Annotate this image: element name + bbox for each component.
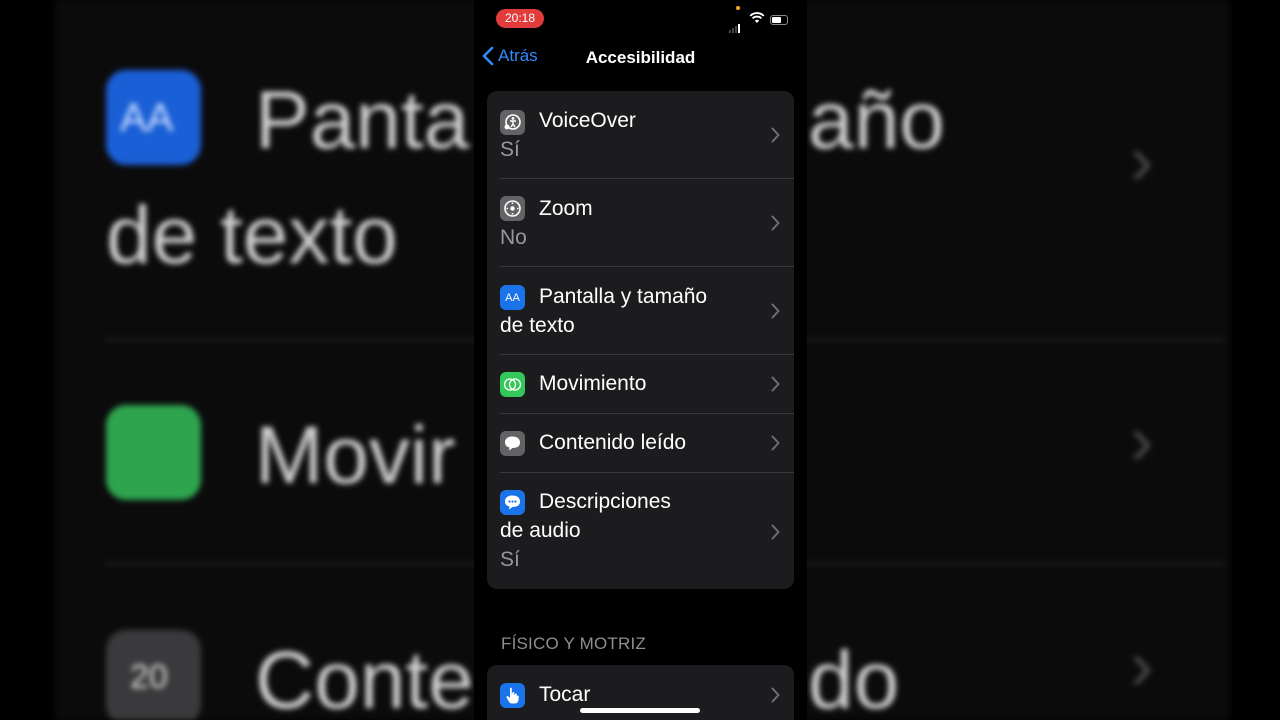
- vision-settings-group: VoiceOver Sí Zoom No AA Pantalla y tamañ…: [487, 91, 794, 589]
- settings-row-label: Descripciones: [539, 490, 671, 513]
- chevron-right-icon: [771, 303, 780, 319]
- battery-icon: [770, 15, 788, 25]
- settings-row-value: No: [500, 226, 527, 249]
- chevron-right-icon: [771, 687, 780, 703]
- background-text-3: Movir: [255, 410, 456, 501]
- privacy-indicator-dot: [736, 6, 740, 10]
- settings-row-display-text-size[interactable]: AA Pantalla y tamaño de texto: [500, 267, 794, 355]
- status-time: 20:18: [496, 9, 544, 28]
- spoken-content-icon: [500, 431, 525, 456]
- settings-row-label: Pantalla y tamaño: [539, 285, 708, 308]
- background-spoken-icon: 20: [106, 630, 201, 720]
- background-icon-text: AA: [120, 96, 174, 140]
- page-title: Accesibilidad: [585, 48, 696, 67]
- chevron-right-icon: [771, 215, 780, 231]
- settings-row-spoken-content[interactable]: Contenido leído: [500, 414, 794, 473]
- settings-row-label: Tocar: [539, 683, 591, 706]
- background-display-icon: AA: [106, 70, 201, 165]
- display-text-size-icon: AA: [500, 285, 525, 310]
- background-text-2: de texto: [106, 190, 398, 281]
- zoom-icon: [500, 196, 525, 221]
- settings-row-motion[interactable]: Movimiento: [500, 355, 794, 414]
- chevron-right-icon: [771, 127, 780, 143]
- settings-row-label: VoiceOver: [539, 109, 636, 132]
- motion-icon: [500, 372, 525, 397]
- section-header-physical-motor: FÍSICO Y MOTRIZ: [501, 634, 646, 653]
- settings-row-voiceover[interactable]: VoiceOver Sí: [500, 91, 794, 179]
- navigation-bar: Atrás Accesibilidad: [474, 36, 807, 80]
- background-chevron-1: ›: [1130, 121, 1154, 199]
- home-indicator[interactable]: [580, 708, 700, 713]
- background-text-1b: año: [808, 75, 945, 166]
- phone-screen: 20:18 Atrás Accesibilidad VoiceOver Sí Z…: [474, 0, 807, 720]
- background-text-1: Panta: [255, 75, 470, 166]
- settings-row-value: Sí: [500, 548, 520, 571]
- status-bar: 20:18: [474, 0, 807, 36]
- display-icon-text: AA: [505, 291, 520, 304]
- voiceover-icon: [500, 110, 525, 135]
- background-motion-icon: [106, 405, 201, 500]
- background-chevron-2: ›: [1130, 401, 1154, 479]
- audio-descriptions-icon: [500, 490, 525, 515]
- touch-icon: [500, 683, 525, 708]
- settings-row-label: Zoom: [539, 197, 593, 220]
- cellular-signal-icon: [729, 15, 741, 33]
- background-chevron-3: ›: [1130, 626, 1154, 704]
- settings-row-label-continued: de texto: [500, 314, 575, 337]
- chevron-right-icon: [771, 435, 780, 451]
- background-text-4b: do: [808, 635, 900, 720]
- background-icon-text: 20: [130, 658, 168, 696]
- settings-row-zoom[interactable]: Zoom No: [500, 179, 794, 267]
- chevron-right-icon: [771, 524, 780, 540]
- settings-row-label-continued: de audio: [500, 519, 581, 542]
- wifi-icon: [749, 12, 765, 23]
- settings-row-audio-descriptions[interactable]: Descripciones de audio Sí: [500, 473, 794, 589]
- chevron-right-icon: [771, 376, 780, 392]
- settings-row-label: Contenido leído: [539, 431, 687, 454]
- background-text-4: Conte: [255, 635, 474, 720]
- settings-row-value: Sí: [500, 138, 520, 161]
- settings-row-label: Movimiento: [539, 372, 647, 395]
